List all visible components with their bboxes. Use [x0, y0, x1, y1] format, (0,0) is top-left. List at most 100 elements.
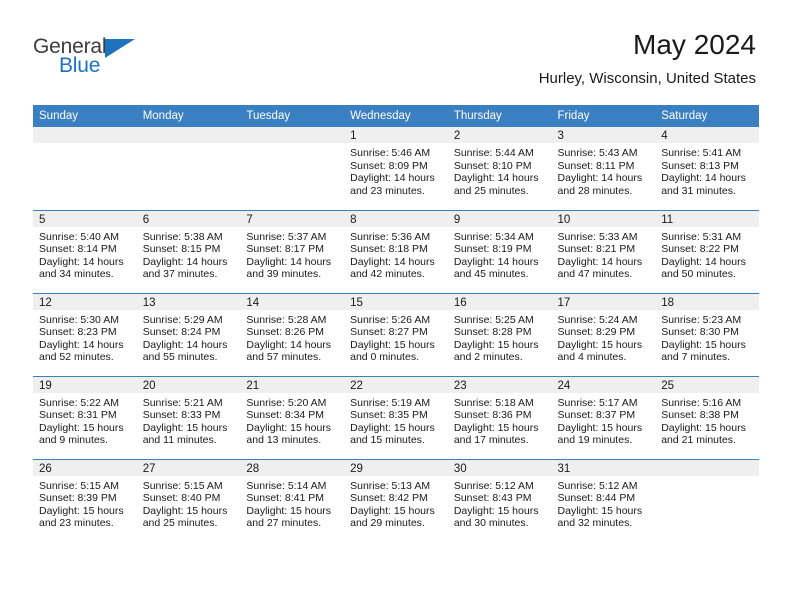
- sunset-text: Sunset: 8:19 PM: [453, 243, 532, 256]
- sunset-text: Sunset: 8:35 PM: [350, 409, 428, 422]
- sunset-text: Sunset: 8:36 PM: [453, 409, 532, 422]
- day-details: Sunrise: 5:40 AM Sunset: 8:14 PM Daylight:…: [33, 227, 137, 281]
- sunset-text: Sunset: 8:31 PM: [39, 409, 117, 422]
- day-number: 21: [240, 376, 345, 393]
- day-cell-inner: 22 Sunrise: 5:19 AM Sunset: 8:35 PM Dayligh…: [344, 376, 448, 459]
- daylight-text: Daylight: 15 hours: [453, 504, 539, 517]
- calendar-header-row: Sunday Monday Tuesday Wednesday Thursday…: [33, 105, 759, 127]
- calendar-day-cell[interactable]: 27 Sunrise: 5:15 AM Sunset: 8:40 PM Dayligh…: [136, 458, 241, 542]
- day-number: 31: [551, 459, 656, 476]
- day-details: Sunrise: 5:36 AM Sunset: 8:18 PM Daylight:…: [344, 227, 448, 281]
- daylight-text-cont: and 27 minutes.: [246, 517, 322, 530]
- sunrise-text: Sunrise: 5:31 AM: [661, 230, 742, 243]
- calendar-day-cell[interactable]: 22 Sunrise: 5:19 AM Sunset: 8:35 PM Dayligh…: [344, 375, 448, 459]
- calendar-day-cell[interactable]: 30 Sunrise: 5:12 AM Sunset: 8:43 PM Dayligh…: [447, 458, 552, 543]
- day-cell-inner: 29 Sunrise: 5:13 AM Sunset: 8:42 PM Dayligh…: [344, 459, 448, 543]
- day-cell-inner: [655, 459, 759, 543]
- daylight-text: Daylight: 14 hours: [142, 338, 228, 351]
- sunrise-text: Sunrise: 5:41 AM: [661, 147, 742, 159]
- day-number: 26: [33, 459, 137, 476]
- calendar-day-cell[interactable]: 19 Sunrise: 5:22 AM Sunset: 8:31 PM Dayligh…: [33, 375, 137, 459]
- calendar-week-row: 1 Sunrise: 5:46 AM Sunset: 8:09 PM Daylight…: [33, 127, 759, 210]
- daylight-text: Daylight: 14 hours: [246, 255, 332, 268]
- calendar-day-cell[interactable]: 12 Sunrise: 5:30 AM Sunset: 8:23 PM Dayligh…: [33, 292, 137, 376]
- day-cell-inner: 28 Sunrise: 5:14 AM Sunset: 8:41 PM Dayligh…: [240, 459, 345, 543]
- calendar-day-cell[interactable]: 2 Sunrise: 5:44 AM Sunset: 8:10 PM Daylight…: [447, 127, 552, 210]
- day-number: 20: [136, 376, 241, 393]
- day-details: Sunrise: 5:12 AM Sunset: 8:44 PM Daylight:…: [552, 476, 656, 530]
- day-details: Sunrise: 5:17 AM Sunset: 8:37 PM Daylight:…: [552, 393, 656, 447]
- daylight-text-cont: and 28 minutes.: [557, 184, 633, 197]
- calendar-day-cell[interactable]: 5 Sunrise: 5:40 AM Sunset: 8:14 PM Daylight…: [33, 209, 137, 293]
- calendar-day-cell[interactable]: 17 Sunrise: 5:24 AM Sunset: 8:29 PM Dayligh…: [551, 292, 656, 376]
- day-cell-inner: 7 Sunrise: 5:37 AM Sunset: 8:17 PM Daylight…: [240, 210, 345, 293]
- daylight-text-cont: and 31 minutes.: [661, 184, 736, 197]
- calendar-day-cell[interactable]: 4 Sunrise: 5:41 AM Sunset: 8:13 PM Daylight…: [655, 127, 759, 210]
- daylight-text-cont: and 50 minutes.: [661, 268, 736, 281]
- day-cell-inner: 16 Sunrise: 5:25 AM Sunset: 8:28 PM Dayligh…: [447, 293, 552, 376]
- day-number: 5: [33, 210, 137, 227]
- calendar-day-cell[interactable]: 28 Sunrise: 5:14 AM Sunset: 8:41 PM Dayligh…: [240, 458, 345, 543]
- day-details: [655, 476, 759, 480]
- day-number: 8: [344, 210, 448, 227]
- calendar-day-cell[interactable]: 8 Sunrise: 5:36 AM Sunset: 8:18 PM Daylight…: [344, 209, 448, 293]
- calendar-day-cell[interactable]: 3 Sunrise: 5:43 AM Sunset: 8:11 PM Daylight…: [551, 127, 656, 210]
- calendar-grid: Sunday Monday Tuesday Wednesday Thursday…: [33, 105, 759, 542]
- calendar-day-cell[interactable]: 14 Sunrise: 5:28 AM Sunset: 8:26 PM Dayligh…: [240, 292, 345, 376]
- daylight-text: Daylight: 15 hours: [246, 421, 332, 434]
- calendar-day-cell[interactable]: 29 Sunrise: 5:13 AM Sunset: 8:42 PM Dayligh…: [344, 458, 448, 543]
- day-details: Sunrise: 5:31 AM Sunset: 8:22 PM Daylight:…: [655, 227, 759, 281]
- weekday-header-friday: Friday: [551, 105, 656, 127]
- calendar-day-cell[interactable]: 13 Sunrise: 5:29 AM Sunset: 8:24 PM Dayligh…: [136, 292, 241, 376]
- daylight-text-cont: and 17 minutes.: [453, 434, 529, 447]
- sunset-text: Sunset: 8:24 PM: [142, 326, 221, 339]
- calendar-day-cell[interactable]: 24 Sunrise: 5:17 AM Sunset: 8:37 PM Dayligh…: [551, 375, 656, 459]
- calendar-week-row: 12 Sunrise: 5:30 AM Sunset: 8:23 PM Dayligh…: [33, 292, 759, 376]
- sunrise-text: Sunrise: 5:40 AM: [39, 230, 119, 243]
- calendar-day-cell[interactable]: 18 Sunrise: 5:23 AM Sunset: 8:30 PM Dayligh…: [655, 292, 759, 376]
- daylight-text-cont: and 15 minutes.: [350, 434, 425, 447]
- calendar-day-cell[interactable]: 31 Sunrise: 5:12 AM Sunset: 8:44 PM Dayligh…: [551, 458, 656, 542]
- day-cell-inner: 14 Sunrise: 5:28 AM Sunset: 8:26 PM Dayligh…: [240, 293, 345, 376]
- sunset-text: Sunset: 8:43 PM: [453, 492, 532, 505]
- daylight-text-cont: and 57 minutes.: [246, 351, 322, 364]
- daylight-text: Daylight: 14 hours: [350, 172, 435, 185]
- calendar-day-cell[interactable]: 7 Sunrise: 5:37 AM Sunset: 8:17 PM Daylight…: [240, 209, 345, 293]
- daylight-text-cont: and 25 minutes.: [142, 517, 218, 530]
- day-cell-inner: 30 Sunrise: 5:12 AM Sunset: 8:43 PM Dayligh…: [447, 459, 552, 543]
- calendar-day-cell[interactable]: 16 Sunrise: 5:25 AM Sunset: 8:28 PM Dayligh…: [447, 292, 552, 376]
- daylight-text: Daylight: 15 hours: [39, 421, 124, 434]
- day-number: 22: [344, 376, 448, 393]
- daylight-text-cont: and 13 minutes.: [246, 434, 322, 447]
- day-number: 13: [136, 293, 241, 310]
- calendar-day-cell[interactable]: 21 Sunrise: 5:20 AM Sunset: 8:34 PM Dayligh…: [240, 375, 345, 459]
- calendar-day-cell[interactable]: 1 Sunrise: 5:46 AM Sunset: 8:09 PM Daylight…: [344, 127, 448, 210]
- calendar-day-cell[interactable]: 11 Sunrise: 5:31 AM Sunset: 8:22 PM Dayligh…: [655, 209, 759, 293]
- sunrise-text: Sunrise: 5:25 AM: [453, 313, 534, 326]
- general-blue-logo[interactable]: General Blue: [33, 36, 213, 86]
- calendar-day-cell[interactable]: 9 Sunrise: 5:34 AM Sunset: 8:19 PM Daylight…: [447, 209, 552, 293]
- daylight-text: Daylight: 14 hours: [557, 172, 643, 185]
- calendar-day-cell[interactable]: 15 Sunrise: 5:26 AM Sunset: 8:27 PM Dayligh…: [344, 292, 448, 376]
- day-number: 17: [551, 293, 656, 310]
- daylight-text: Daylight: 15 hours: [246, 504, 332, 517]
- logo-text-blue: Blue: [59, 54, 101, 77]
- daylight-text-cont: and 55 minutes.: [142, 351, 218, 364]
- day-number: 30: [447, 459, 552, 476]
- sunrise-text: Sunrise: 5:15 AM: [142, 479, 223, 492]
- calendar-day-cell[interactable]: 6 Sunrise: 5:38 AM Sunset: 8:15 PM Daylight…: [136, 209, 241, 293]
- sunset-text: Sunset: 8:27 PM: [350, 326, 428, 339]
- day-details: Sunrise: 5:41 AM Sunset: 8:13 PM Daylight:…: [655, 143, 759, 197]
- calendar-day-cell[interactable]: 25 Sunrise: 5:16 AM Sunset: 8:38 PM Dayligh…: [655, 375, 759, 459]
- calendar-day-cell[interactable]: 10 Sunrise: 5:33 AM Sunset: 8:21 PM Dayligh…: [551, 209, 656, 293]
- day-number: 6: [136, 210, 241, 227]
- calendar-day-cell[interactable]: 23 Sunrise: 5:18 AM Sunset: 8:36 PM Dayligh…: [447, 375, 552, 459]
- day-number: 14: [240, 293, 345, 310]
- sunset-text: Sunset: 8:40 PM: [142, 492, 221, 505]
- calendar-day-cell[interactable]: 20 Sunrise: 5:21 AM Sunset: 8:33 PM Dayligh…: [136, 375, 241, 459]
- sunrise-text: Sunrise: 5:22 AM: [39, 396, 119, 409]
- sunrise-text: Sunrise: 5:28 AM: [246, 313, 327, 326]
- day-details: Sunrise: 5:37 AM Sunset: 8:17 PM Daylight:…: [240, 227, 344, 281]
- page-header: General Blue May 2024 Hurley, Wisconsin,…: [0, 0, 792, 86]
- calendar-day-cell[interactable]: 26 Sunrise: 5:15 AM Sunset: 8:39 PM Dayligh…: [33, 458, 137, 542]
